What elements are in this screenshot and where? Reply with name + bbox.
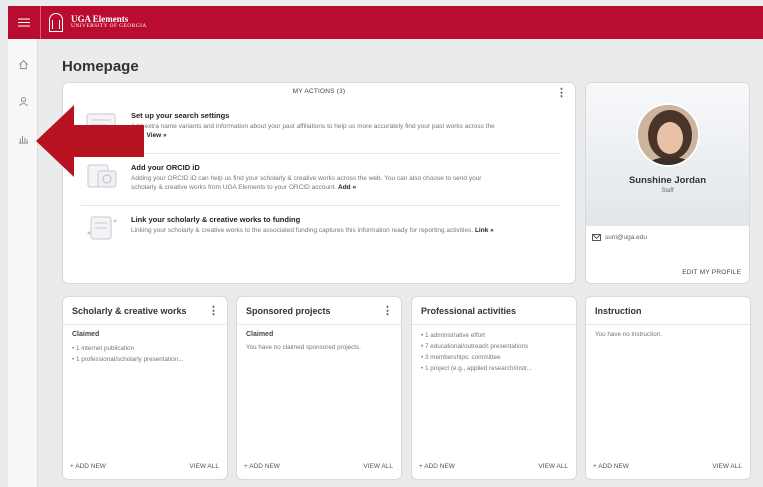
hamburger-menu-icon (18, 21, 30, 24)
vertical-ellipsis-icon[interactable]: ⋮ (382, 306, 393, 317)
action-separator (81, 205, 561, 206)
card-divider (412, 324, 576, 325)
list-item[interactable]: • 1 project (e.g., applied research/inst… (421, 363, 571, 374)
card-title: Professional activities (421, 306, 517, 316)
profile-email[interactable]: suni@uga.edu (592, 234, 647, 241)
avatar[interactable] (636, 103, 700, 167)
vertical-ellipsis-icon[interactable]: ⋮ (208, 306, 219, 317)
email-text: suni@uga.edu (605, 234, 648, 241)
action-description: Linking your scholarly & creative works … (131, 227, 494, 234)
card-title: Instruction (595, 306, 642, 316)
card-item-list: • 1 administrative effort • 7 educationa… (421, 330, 571, 374)
card-subtitle: Claimed (72, 331, 100, 338)
card-divider (237, 324, 401, 325)
card-item-list: • 1 internet publication • 1 professiona… (72, 343, 222, 365)
list-item[interactable]: • 1 professional/scholarly presentation.… (72, 354, 222, 365)
action-description: Adding your ORCID iD can help us find yo… (131, 175, 482, 191)
professional-activities-card: Professional activities • 1 administrati… (411, 296, 577, 480)
add-new-button[interactable]: + ADD NEW (419, 463, 455, 470)
empty-state-text: You have no instruction. (595, 331, 662, 338)
action-title: Link your scholarly & creative works to … (131, 215, 301, 224)
top-bar: UGA Elements UNIVERSITY OF GEORGIA (8, 6, 763, 39)
view-all-button[interactable]: VIEW ALL (363, 463, 393, 470)
hamburger-menu-button[interactable] (8, 6, 40, 39)
list-item[interactable]: • 7 educational/outreach presentations (421, 341, 571, 352)
uga-arch-logo-icon (49, 13, 63, 32)
top-bar-divider (40, 6, 41, 39)
action-separator (81, 153, 561, 154)
red-pointer-arrow-icon (36, 105, 144, 177)
action-view-link[interactable]: View » (147, 132, 167, 139)
brand-logo-link[interactable]: UGA Elements UNIVERSITY OF GEORGIA (49, 13, 147, 32)
bar-chart-icon[interactable] (18, 133, 29, 144)
view-all-button[interactable]: VIEW ALL (189, 463, 219, 470)
profile-role: Staff (661, 188, 674, 194)
empty-state-text: You have no claimed sponsored projects. (246, 344, 361, 351)
sponsored-projects-card: Sponsored projects ⋮ Claimed You have no… (236, 296, 402, 480)
card-title: Scholarly & creative works (72, 306, 187, 316)
action-link-link[interactable]: Link » (475, 227, 494, 234)
profile-card: Sunshine Jordan Staff suni@uga.edu EDIT … (585, 82, 750, 284)
list-item[interactable]: • 3 memberships: committee (421, 352, 571, 363)
card-subtitle: Claimed (246, 331, 274, 338)
add-new-button[interactable]: + ADD NEW (70, 463, 106, 470)
my-actions-header: MY ACTIONS (3) (292, 88, 346, 95)
card-divider (63, 324, 227, 325)
instruction-card: Instruction You have no instruction. + A… (585, 296, 751, 480)
mail-icon (592, 234, 601, 241)
edit-my-profile-link[interactable]: EDIT MY PROFILE (682, 269, 741, 276)
add-new-button[interactable]: + ADD NEW (593, 463, 629, 470)
scholarly-works-card: Scholarly & creative works ⋮ Claimed • 1… (62, 296, 228, 480)
app-subtitle: UNIVERSITY OF GEORGIA (71, 23, 147, 30)
view-all-button[interactable]: VIEW ALL (712, 463, 742, 470)
list-item[interactable]: • 1 administrative effort (421, 330, 571, 341)
card-title: Sponsored projects (246, 306, 331, 316)
vertical-ellipsis-icon[interactable]: ⋮ (556, 88, 567, 99)
action-description: Add extra name variants and information … (131, 123, 495, 139)
link-funding-icon (87, 216, 117, 240)
profile-name: Sunshine Jordan (628, 175, 707, 186)
list-item[interactable]: • 1 internet publication (72, 343, 222, 354)
person-icon[interactable] (18, 96, 29, 107)
brand-text: UGA Elements UNIVERSITY OF GEORGIA (71, 14, 147, 30)
home-icon[interactable] (18, 59, 29, 70)
add-new-button[interactable]: + ADD NEW (244, 463, 280, 470)
card-divider (586, 324, 750, 325)
page-title: Homepage (62, 58, 139, 75)
view-all-button[interactable]: VIEW ALL (538, 463, 568, 470)
action-add-link[interactable]: Add » (338, 184, 356, 191)
